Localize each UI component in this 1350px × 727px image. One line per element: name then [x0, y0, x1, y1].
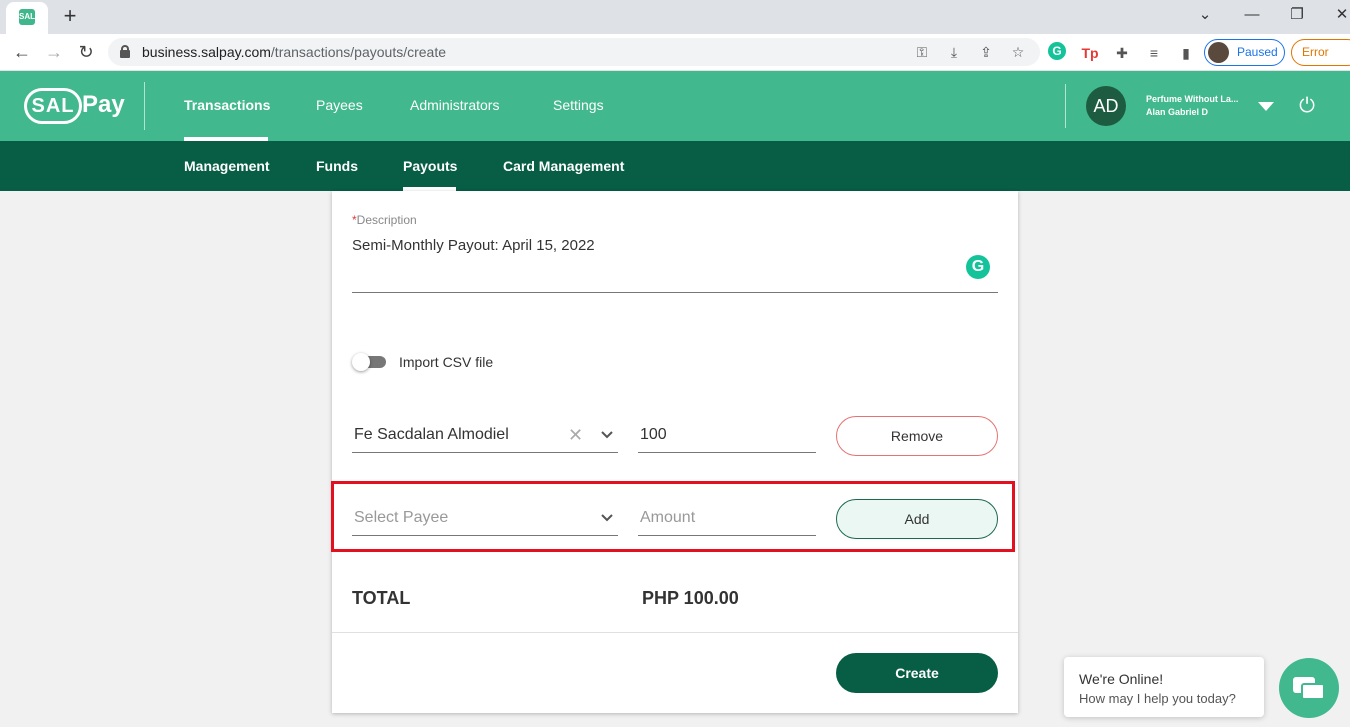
nav-payees[interactable]: Payees	[316, 97, 363, 113]
salpay-favicon-icon: SAL	[19, 9, 35, 25]
user-avatar[interactable]: AD	[1086, 86, 1126, 126]
back-button[interactable]: ←	[10, 40, 34, 64]
highlight-box	[331, 481, 1015, 552]
payee-underline	[352, 452, 618, 453]
payout-form-card: *Description Semi-Monthly Payout: April …	[332, 191, 1018, 713]
url-text[interactable]: business.salpay.com/transactions/payouts…	[142, 44, 446, 60]
import-csv-label: Import CSV file	[399, 354, 494, 370]
browser-tab[interactable]: SAL	[6, 2, 48, 34]
user-name[interactable]: Alan Gabriel D	[1146, 107, 1208, 117]
extensions-puzzle-icon[interactable]: ✚	[1112, 43, 1132, 63]
sub-navigation: Management Funds Payouts Card Management	[0, 141, 1350, 191]
header-divider	[144, 82, 145, 130]
install-app-icon[interactable]: ⤓	[944, 42, 964, 62]
remove-button[interactable]: Remove	[836, 416, 998, 456]
user-company[interactable]: Perfume Without La...	[1146, 94, 1238, 104]
profile-avatar	[1208, 42, 1229, 63]
browser-tab-bar: SAL + ⌄ — ❐ ✕	[0, 0, 1350, 34]
tab-search-icon[interactable]: ⌄	[1185, 2, 1225, 28]
address-bar[interactable]: business.salpay.com/transactions/payouts…	[108, 38, 1040, 66]
amount-underline	[638, 452, 816, 453]
chat-greeting-bubble[interactable]: We're Online! How may I help you today?	[1064, 657, 1264, 717]
error-label: Error	[1302, 45, 1329, 59]
chat-launcher-button[interactable]	[1279, 658, 1339, 718]
new-tab-button[interactable]: +	[60, 4, 80, 28]
kebab-menu-icon: ⋮	[1344, 43, 1350, 60]
chat-title: We're Online!	[1079, 671, 1164, 687]
description-label: *Description	[352, 213, 417, 227]
description-input[interactable]: Semi-Monthly Payout: April 15, 2022	[352, 237, 595, 254]
total-label: TOTAL	[352, 588, 411, 608]
reload-button[interactable]: ↻	[74, 40, 98, 64]
minimize-button[interactable]: —	[1232, 2, 1272, 28]
forward-button[interactable]: →	[42, 40, 66, 64]
profile-status-label: Paused	[1237, 45, 1278, 59]
profile-button[interactable]: Paused	[1204, 39, 1285, 66]
bookmark-star-icon[interactable]: ☆	[1008, 42, 1028, 62]
clear-icon[interactable]: ✕	[568, 425, 583, 446]
chevron-down-icon[interactable]	[601, 431, 613, 443]
subnav-card-management[interactable]: Card Management	[503, 158, 624, 174]
close-window-button[interactable]: ✕	[1322, 2, 1350, 28]
lock-icon	[120, 45, 130, 58]
share-icon[interactable]: ⇪	[976, 42, 996, 62]
logo-sal-text: SAL	[24, 88, 82, 124]
logo-pay-text: Pay	[82, 91, 125, 118]
total-value: PHP 100.00	[642, 588, 739, 608]
nav-settings[interactable]: Settings	[553, 97, 604, 113]
browser-toolbar: ← → ↻ business.salpay.com/transactions/p…	[0, 34, 1350, 71]
card-divider	[332, 632, 1018, 633]
amount-input[interactable]: 100	[640, 426, 667, 444]
media-control-icon[interactable]: ≡	[1144, 43, 1164, 63]
app-header: SAL Pay Transactions Payees Administrato…	[0, 71, 1350, 141]
tp-extension-icon[interactable]: Tp	[1080, 43, 1100, 63]
description-underline	[352, 292, 998, 293]
side-panel-icon[interactable]: ▮	[1176, 43, 1196, 63]
create-button[interactable]: Create	[836, 653, 998, 693]
grammarly-icon[interactable]: G	[966, 255, 990, 279]
chat-icon	[1301, 683, 1325, 700]
subnav-funds[interactable]: Funds	[316, 158, 358, 174]
chat-subtitle: How may I help you today?	[1079, 691, 1236, 706]
restore-button[interactable]: ❐	[1277, 2, 1317, 28]
payee-select[interactable]: Fe Sacdalan Almodiel	[354, 426, 509, 444]
nav-administrators[interactable]: Administrators	[410, 97, 499, 113]
grammarly-extension-icon[interactable]: G	[1048, 42, 1066, 60]
password-key-icon[interactable]: ⚿	[912, 42, 932, 62]
nav-transactions[interactable]: Transactions	[184, 97, 270, 113]
header-divider	[1065, 84, 1066, 128]
import-csv-toggle[interactable]	[352, 353, 386, 371]
power-icon[interactable]: ⏻	[1297, 96, 1317, 116]
subnav-management[interactable]: Management	[184, 158, 270, 174]
browser-error-button[interactable]: Error ⋮	[1291, 39, 1350, 66]
user-menu-caret-icon[interactable]	[1258, 102, 1274, 111]
subnav-payouts[interactable]: Payouts	[403, 158, 457, 174]
